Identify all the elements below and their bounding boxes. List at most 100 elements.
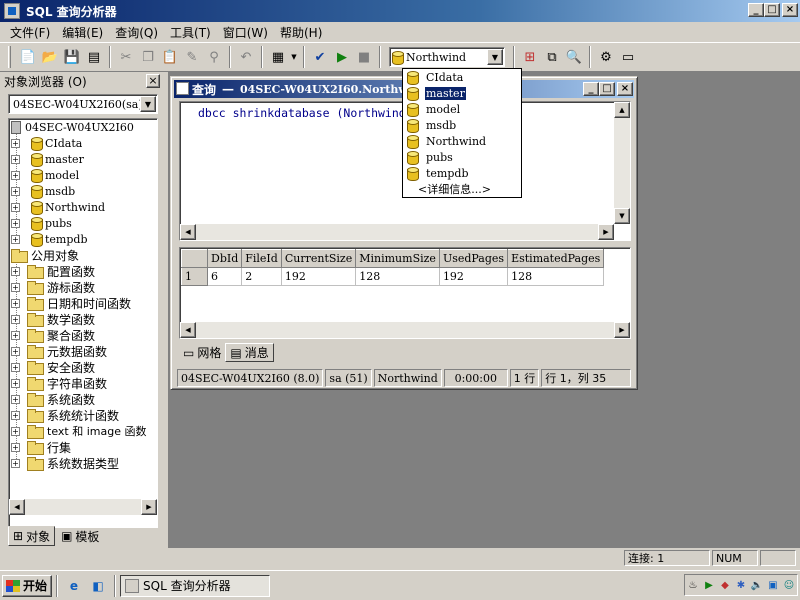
tree-node-folder[interactable]: + 日期和时间函数 — [11, 295, 131, 311]
column-header[interactable]: EstimatedPages — [507, 249, 605, 268]
table-row[interactable]: 1 6 2 192 128 192 128 — [181, 267, 605, 286]
object-browser-icon[interactable]: ⧉ — [541, 46, 563, 68]
taskbar-button-query-analyzer[interactable]: SQL 查询分析器 — [120, 574, 270, 597]
expand-icon[interactable]: + — [11, 410, 20, 420]
tree-node-folder[interactable]: + 游标函数 — [11, 279, 95, 295]
expand-icon[interactable]: + — [11, 266, 20, 276]
tree-node-folder[interactable]: + 数学函数 — [11, 311, 95, 327]
minimize-button[interactable]: _ — [748, 3, 764, 17]
cell[interactable]: 128 — [507, 267, 605, 286]
results-mode-icon[interactable]: ▦ — [267, 46, 289, 68]
tree-node-folder[interactable]: + 元数据函数 — [11, 343, 107, 359]
scroll-up-icon[interactable]: ▲ — [614, 102, 630, 118]
database-dropdown-list[interactable]: CIdata master model msdb Northwind pubs … — [402, 68, 522, 198]
object-tree[interactable]: 04SEC-W04UX2I60 + CIdata + master + model +… — [8, 118, 158, 528]
dropdown-item[interactable]: pubs — [403, 149, 521, 165]
chevron-down-icon[interactable]: ▼ — [140, 96, 156, 112]
menu-file[interactable]: 文件(F) — [4, 22, 56, 43]
input-method-icon[interactable]: ◆ — [718, 578, 732, 592]
expand-icon[interactable]: + — [11, 138, 20, 148]
scroll-right-icon[interactable]: ▶ — [614, 322, 630, 338]
scroll-left-icon[interactable]: ◀ — [9, 499, 25, 515]
tree-node-folder[interactable]: + text 和 image 函数 — [11, 423, 146, 439]
expand-icon[interactable]: + — [11, 346, 20, 356]
expand-icon[interactable]: + — [11, 362, 20, 372]
results-horizontal-scrollbar[interactable]: ◀ ▶ — [180, 322, 630, 338]
save-icon[interactable]: 💾 — [61, 46, 83, 68]
expand-icon[interactable]: + — [11, 378, 20, 388]
cell[interactable]: 192 — [439, 267, 509, 286]
menu-tools[interactable]: 工具(T) — [164, 22, 217, 43]
column-header[interactable]: DbId — [206, 249, 243, 268]
show-desktop-icon[interactable]: ◧ — [89, 577, 107, 595]
tree-node-folder[interactable]: + 字符串函数 — [11, 375, 107, 391]
tree-node-database[interactable]: + msdb — [11, 183, 75, 199]
tree-node-folder[interactable]: + 系统统计函数 — [11, 407, 119, 423]
tree-node-folder[interactable]: + 聚合函数 — [11, 327, 95, 343]
tree-node-database[interactable]: + model — [11, 167, 79, 183]
start-button[interactable]: 开始 — [2, 574, 52, 597]
tree-node-database[interactable]: + CIdata — [11, 135, 82, 151]
expand-icon[interactable]: + — [11, 154, 20, 164]
dropdown-item[interactable]: msdb — [403, 117, 521, 133]
cut-icon[interactable]: ✂ — [115, 46, 137, 68]
find-icon[interactable]: ⚲ — [203, 46, 225, 68]
expand-icon[interactable]: + — [11, 394, 20, 404]
tree-node-common-objects[interactable]: 公用对象 — [11, 247, 79, 263]
dropdown-item-selected[interactable]: master — [403, 85, 521, 101]
dropdown-item[interactable]: CIdata — [403, 69, 521, 85]
tree-node-folder[interactable]: + 行集 — [11, 439, 71, 455]
toolbar-grip[interactable] — [8, 46, 11, 68]
query-text[interactable]: dbcc shrinkdatabase (Northwind — [198, 106, 406, 120]
scroll-down-icon[interactable]: ▼ — [614, 208, 630, 224]
expand-icon[interactable]: + — [11, 170, 20, 180]
row-number[interactable]: 1 — [181, 267, 208, 286]
cell[interactable]: 128 — [355, 267, 440, 286]
dropdown-item-more[interactable]: <详细信息...> — [403, 181, 521, 197]
expand-icon[interactable]: + — [11, 298, 20, 308]
query-minimize-button[interactable]: _ — [583, 82, 599, 96]
results-mode-dropdown-icon[interactable]: ▼ — [289, 46, 299, 68]
menu-query[interactable]: 查询(Q) — [109, 22, 164, 43]
menu-edit[interactable]: 编辑(E) — [56, 22, 109, 43]
tree-node-folder[interactable]: + 配置函数 — [11, 263, 95, 279]
paste-icon[interactable]: 📋 — [159, 46, 181, 68]
cell[interactable]: 192 — [281, 267, 357, 286]
query-close-button[interactable]: × — [617, 82, 633, 96]
sql-server-icon[interactable]: ▶ — [702, 578, 716, 592]
expand-icon[interactable]: + — [11, 234, 20, 244]
stop-icon[interactable]: ■ — [353, 46, 375, 68]
undo-icon[interactable]: ↶ — [235, 46, 257, 68]
tree-node-folder[interactable]: + 系统函数 — [11, 391, 95, 407]
new-query-icon[interactable]: 📄 — [17, 46, 39, 68]
query-maximize-button[interactable]: □ — [599, 82, 615, 96]
tree-node-database[interactable]: + master — [11, 151, 84, 167]
expand-icon[interactable]: + — [11, 314, 20, 324]
open-icon[interactable]: 📂 — [39, 46, 61, 68]
column-header[interactable]: MinimumSize — [355, 249, 440, 268]
database-combo[interactable]: Northwind ▼ — [389, 47, 505, 67]
window-title-bar[interactable]: SQL 查询分析器 _ □ × — [0, 0, 800, 22]
tab-templates[interactable]: ▣ 模板 — [57, 526, 103, 546]
maximize-button[interactable]: □ — [764, 3, 780, 17]
copy-icon[interactable]: ❐ — [137, 46, 159, 68]
scroll-left-icon[interactable]: ◀ — [180, 224, 196, 240]
expand-icon[interactable]: + — [11, 458, 20, 468]
object-search-icon[interactable]: ⊞ — [519, 46, 541, 68]
clear-icon[interactable]: ✎ — [181, 46, 203, 68]
tree-node-database[interactable]: + Northwind — [11, 199, 105, 215]
tree-node-database[interactable]: + pubs — [11, 215, 72, 231]
show-plan-icon[interactable]: 🔍 — [563, 46, 585, 68]
expand-icon[interactable]: + — [11, 218, 20, 228]
expand-icon[interactable]: + — [11, 202, 20, 212]
color-icon[interactable]: ✱ — [734, 578, 748, 592]
menu-window[interactable]: 窗口(W) — [217, 22, 274, 43]
tree-node-folder[interactable]: + 系统数据类型 — [11, 455, 119, 471]
close-button[interactable]: × — [782, 3, 798, 17]
column-header[interactable]: FileId — [241, 249, 282, 268]
cell[interactable]: 2 — [241, 267, 282, 286]
tab-grid[interactable]: ▭ 网格 — [179, 343, 225, 362]
expand-icon[interactable]: + — [11, 186, 20, 196]
column-header[interactable]: UsedPages — [438, 249, 509, 268]
parse-icon[interactable]: ✔ — [309, 46, 331, 68]
